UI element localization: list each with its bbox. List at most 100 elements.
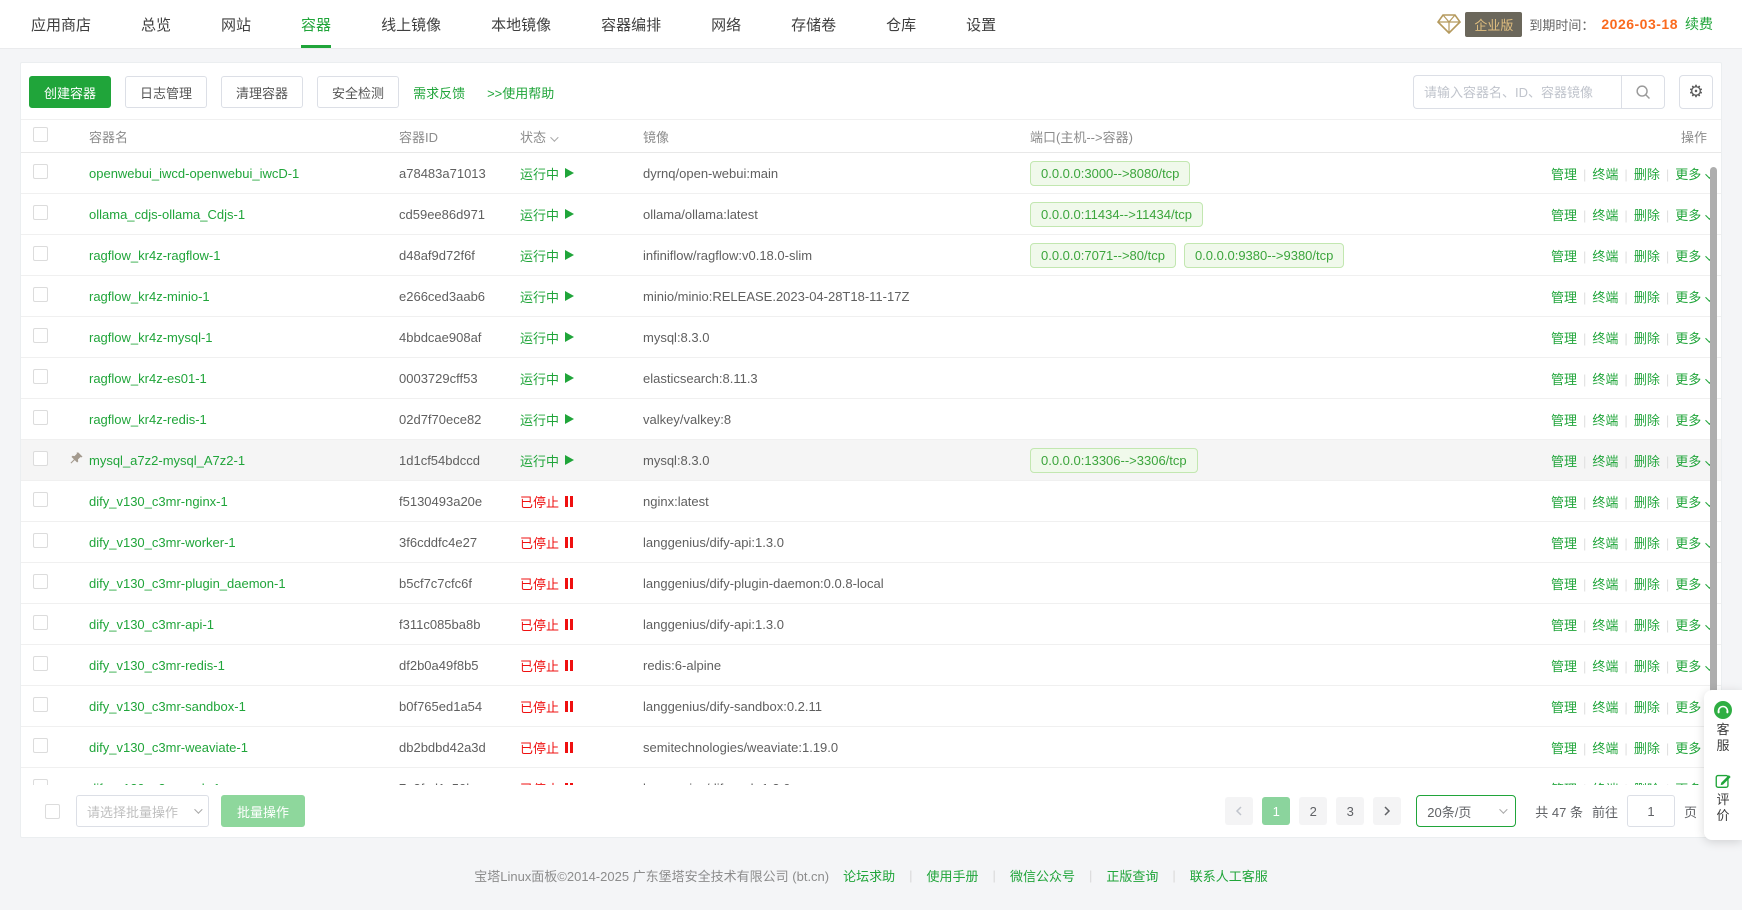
more-link[interactable]: 更多 [1675, 372, 1711, 387]
review-label[interactable]: 评价 [1716, 792, 1729, 824]
container-name-link[interactable]: ragflow_kr4z-minio-1 [89, 289, 210, 304]
manage-link[interactable]: 管理 [1551, 618, 1577, 633]
footer-link-forum-help[interactable]: 论坛求助 [843, 866, 895, 885]
container-name-link[interactable]: dify_v130_c3mr-redis-1 [89, 658, 225, 673]
delete-link[interactable]: 删除 [1634, 495, 1660, 510]
search-button[interactable] [1621, 75, 1665, 109]
manage-link[interactable]: 管理 [1551, 659, 1577, 674]
renew-link[interactable]: 续费 [1685, 14, 1713, 34]
terminal-link[interactable]: 终端 [1592, 495, 1618, 510]
terminal-link[interactable]: 终端 [1592, 290, 1618, 305]
nav-item-repository[interactable]: 仓库 [886, 0, 916, 48]
help-link[interactable]: >>使用帮助 [487, 83, 554, 102]
row-checkbox[interactable] [33, 697, 48, 712]
row-checkbox[interactable] [33, 615, 48, 630]
manage-link[interactable]: 管理 [1551, 249, 1577, 264]
row-checkbox[interactable] [33, 738, 48, 753]
col-status[interactable]: 状态 [520, 127, 643, 146]
nav-item-app-store[interactable]: 应用商店 [31, 0, 91, 48]
terminal-link[interactable]: 终端 [1592, 618, 1618, 633]
delete-link[interactable]: 删除 [1634, 659, 1660, 674]
terminal-link[interactable]: 终端 [1592, 536, 1618, 551]
nav-item-volumes[interactable]: 存储卷 [791, 0, 836, 48]
row-checkbox[interactable] [33, 205, 48, 220]
terminal-link[interactable]: 终端 [1592, 700, 1618, 715]
manage-link[interactable]: 管理 [1551, 700, 1577, 715]
terminal-link[interactable]: 终端 [1592, 741, 1618, 756]
nav-item-overview[interactable]: 总览 [141, 0, 171, 48]
terminal-link[interactable]: 终端 [1592, 413, 1618, 428]
manage-link[interactable]: 管理 [1551, 495, 1577, 510]
more-link[interactable]: 更多 [1675, 208, 1711, 223]
more-link[interactable]: 更多 [1675, 290, 1711, 305]
container-name-link[interactable]: dify_v130_c3mr-api-1 [89, 617, 214, 632]
container-name-link[interactable]: mysql_a7z2-mysql_A7z2-1 [89, 453, 245, 468]
delete-link[interactable]: 删除 [1634, 249, 1660, 264]
row-checkbox[interactable] [33, 287, 48, 302]
delete-link[interactable]: 删除 [1634, 372, 1660, 387]
delete-link[interactable]: 删除 [1634, 577, 1660, 592]
terminal-link[interactable]: 终端 [1592, 167, 1618, 182]
port-mapping-badge[interactable]: 0.0.0.0:3000-->8080/tcp [1030, 161, 1190, 186]
row-checkbox[interactable] [33, 492, 48, 507]
batch-operation-button[interactable]: 批量操作 [221, 795, 305, 827]
terminal-link[interactable]: 终端 [1592, 782, 1618, 786]
manage-link[interactable]: 管理 [1551, 290, 1577, 305]
row-checkbox[interactable] [33, 246, 48, 261]
delete-link[interactable]: 删除 [1634, 167, 1660, 182]
delete-link[interactable]: 删除 [1634, 208, 1660, 223]
prev-page-button[interactable] [1225, 797, 1253, 825]
container-name-link[interactable]: ragflow_kr4z-redis-1 [89, 412, 207, 427]
row-checkbox[interactable] [33, 410, 48, 425]
bottom-select-all-checkbox[interactable] [45, 804, 60, 819]
delete-link[interactable]: 删除 [1634, 741, 1660, 756]
nav-item-network[interactable]: 网络 [711, 0, 741, 48]
terminal-link[interactable]: 终端 [1592, 454, 1618, 469]
container-name-link[interactable]: dify_v130_c3mr-weaviate-1 [89, 740, 248, 755]
container-name-link[interactable]: ragflow_kr4z-es01-1 [89, 371, 207, 386]
delete-link[interactable]: 删除 [1634, 454, 1660, 469]
batch-operation-select[interactable]: 请选择批量操作 [76, 795, 209, 827]
row-checkbox[interactable] [33, 656, 48, 671]
security-check-button[interactable]: 安全检测 [317, 76, 399, 108]
next-page-button[interactable] [1373, 797, 1401, 825]
page-button-2[interactable]: 2 [1299, 797, 1327, 825]
nav-item-online-images[interactable]: 线上镜像 [381, 0, 441, 48]
delete-link[interactable]: 删除 [1634, 413, 1660, 428]
customer-service-icon[interactable] [1713, 700, 1733, 720]
manage-link[interactable]: 管理 [1551, 208, 1577, 223]
container-name-link[interactable]: ollama_cdjs-ollama_Cdjs-1 [89, 207, 245, 222]
port-mapping-badge[interactable]: 0.0.0.0:13306-->3306/tcp [1030, 448, 1198, 473]
nav-item-compose[interactable]: 容器编排 [601, 0, 661, 48]
customer-service-label[interactable]: 客服 [1716, 722, 1729, 754]
row-checkbox[interactable] [33, 369, 48, 384]
more-link[interactable]: 更多 [1675, 167, 1711, 182]
delete-link[interactable]: 删除 [1634, 700, 1660, 715]
delete-link[interactable]: 删除 [1634, 290, 1660, 305]
nav-item-sites[interactable]: 网站 [221, 0, 251, 48]
footer-link-manual[interactable]: 使用手册 [927, 866, 979, 885]
terminal-link[interactable]: 终端 [1592, 659, 1618, 674]
more-link[interactable]: 更多 [1675, 659, 1711, 674]
delete-link[interactable]: 删除 [1634, 331, 1660, 346]
row-checkbox[interactable] [33, 451, 48, 466]
page-button-1[interactable]: 1 [1262, 797, 1290, 825]
goto-page-input[interactable] [1627, 795, 1675, 827]
terminal-link[interactable]: 终端 [1592, 577, 1618, 592]
container-name-link[interactable]: dify_v130_c3mr-web-1 [89, 781, 221, 786]
manage-link[interactable]: 管理 [1551, 577, 1577, 592]
nav-item-containers[interactable]: 容器 [301, 0, 331, 48]
feedback-link[interactable]: 需求反馈 [413, 83, 465, 102]
more-link[interactable]: 更多 [1675, 413, 1711, 428]
settings-gear-button[interactable]: ⚙ [1679, 75, 1713, 109]
container-name-link[interactable]: dify_v130_c3mr-nginx-1 [89, 494, 228, 509]
manage-link[interactable]: 管理 [1551, 413, 1577, 428]
terminal-link[interactable]: 终端 [1592, 372, 1618, 387]
manage-link[interactable]: 管理 [1551, 741, 1577, 756]
manage-link[interactable]: 管理 [1551, 782, 1577, 786]
log-manage-button[interactable]: 日志管理 [125, 76, 207, 108]
footer-link-wechat[interactable]: 微信公众号 [1010, 866, 1075, 885]
container-name-link[interactable]: dify_v130_c3mr-plugin_daemon-1 [89, 576, 286, 591]
row-checkbox[interactable] [33, 328, 48, 343]
more-link[interactable]: 更多 [1675, 495, 1711, 510]
